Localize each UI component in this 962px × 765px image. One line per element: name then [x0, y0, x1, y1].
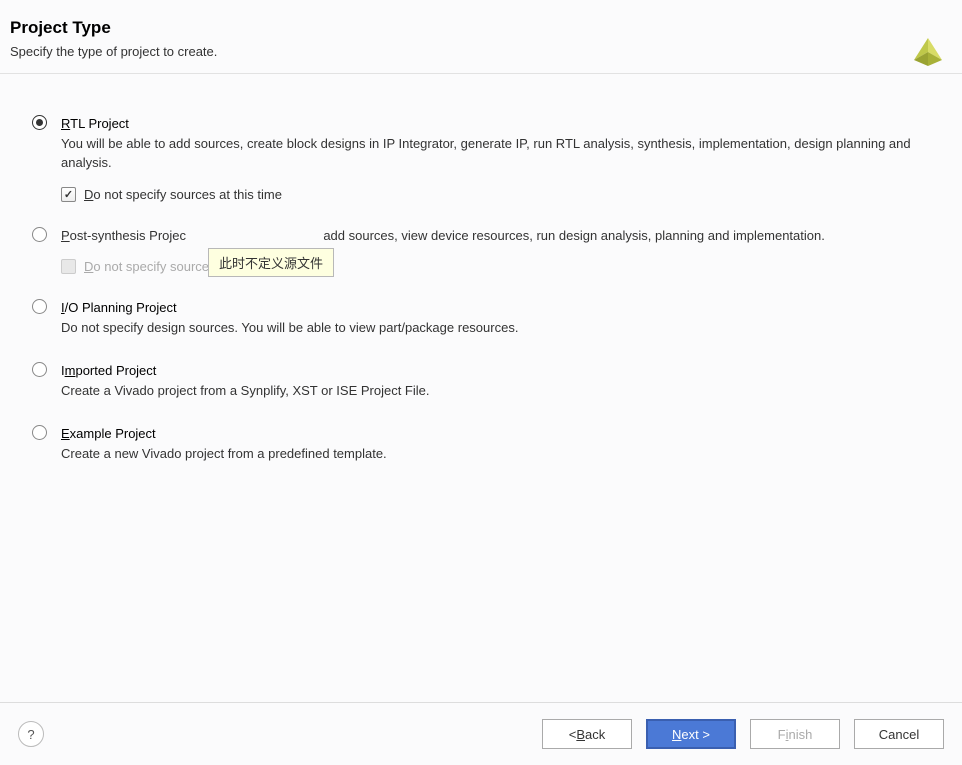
option-rtl-desc: You will be able to add sources, create …: [61, 134, 930, 173]
option-imported-project: Imported Project Create a Vivado project…: [32, 361, 930, 400]
option-example-desc: Create a new Vivado project from a prede…: [61, 444, 930, 464]
page-title: Project Type: [10, 18, 952, 38]
page-subtitle: Specify the type of project to create.: [10, 44, 952, 59]
header: Project Type Specify the type of project…: [0, 0, 962, 74]
rtl-checkbox-row: Do not specify sources at this time: [61, 187, 930, 202]
option-io-title: I/O Planning Project: [61, 298, 930, 318]
option-post-line: Post-synthesis Projec XXXXXXXXXXXXXXX ad…: [61, 226, 930, 246]
option-imported-desc: Create a Vivado project from a Synplify,…: [61, 381, 930, 401]
next-button[interactable]: Next >: [646, 719, 736, 749]
option-post-synthesis-project: Post-synthesis Projec XXXXXXXXXXXXXXX ad…: [32, 226, 930, 275]
radio-post-synthesis[interactable]: [32, 227, 47, 242]
radio-imported[interactable]: [32, 362, 47, 377]
options-area: RTL Project You will be able to add sour…: [0, 74, 962, 507]
checkbox-rtl-label: Do not specify sources at this time: [84, 187, 282, 202]
vivado-logo-icon: [908, 30, 948, 70]
checkbox-post-no-sources: [61, 259, 76, 274]
option-rtl-title: RTL Project: [61, 114, 930, 134]
radio-example[interactable]: [32, 425, 47, 440]
option-rtl-project: RTL Project You will be able to add sour…: [32, 114, 930, 202]
finish-button[interactable]: Finish: [750, 719, 840, 749]
option-imported-title: Imported Project: [61, 361, 930, 381]
help-button[interactable]: ?: [18, 721, 44, 747]
cancel-button[interactable]: Cancel: [854, 719, 944, 749]
radio-io-planning[interactable]: [32, 299, 47, 314]
radio-rtl-project[interactable]: [32, 115, 47, 130]
option-example-title: Example Project: [61, 424, 930, 444]
option-io-planning-project: I/O Planning Project Do not specify desi…: [32, 298, 930, 337]
back-button[interactable]: < Back: [542, 719, 632, 749]
button-row: < Back Next > Finish Cancel: [542, 719, 944, 749]
post-checkbox-row: Do not specify sources at this time: [61, 259, 930, 274]
option-example-project: Example Project Create a new Vivado proj…: [32, 424, 930, 463]
option-io-desc: Do not specify design sources. You will …: [61, 318, 930, 338]
footer: ? < Back Next > Finish Cancel: [0, 702, 962, 765]
tooltip: 此时不定义源文件: [208, 248, 334, 277]
checkbox-rtl-no-sources[interactable]: [61, 187, 76, 202]
